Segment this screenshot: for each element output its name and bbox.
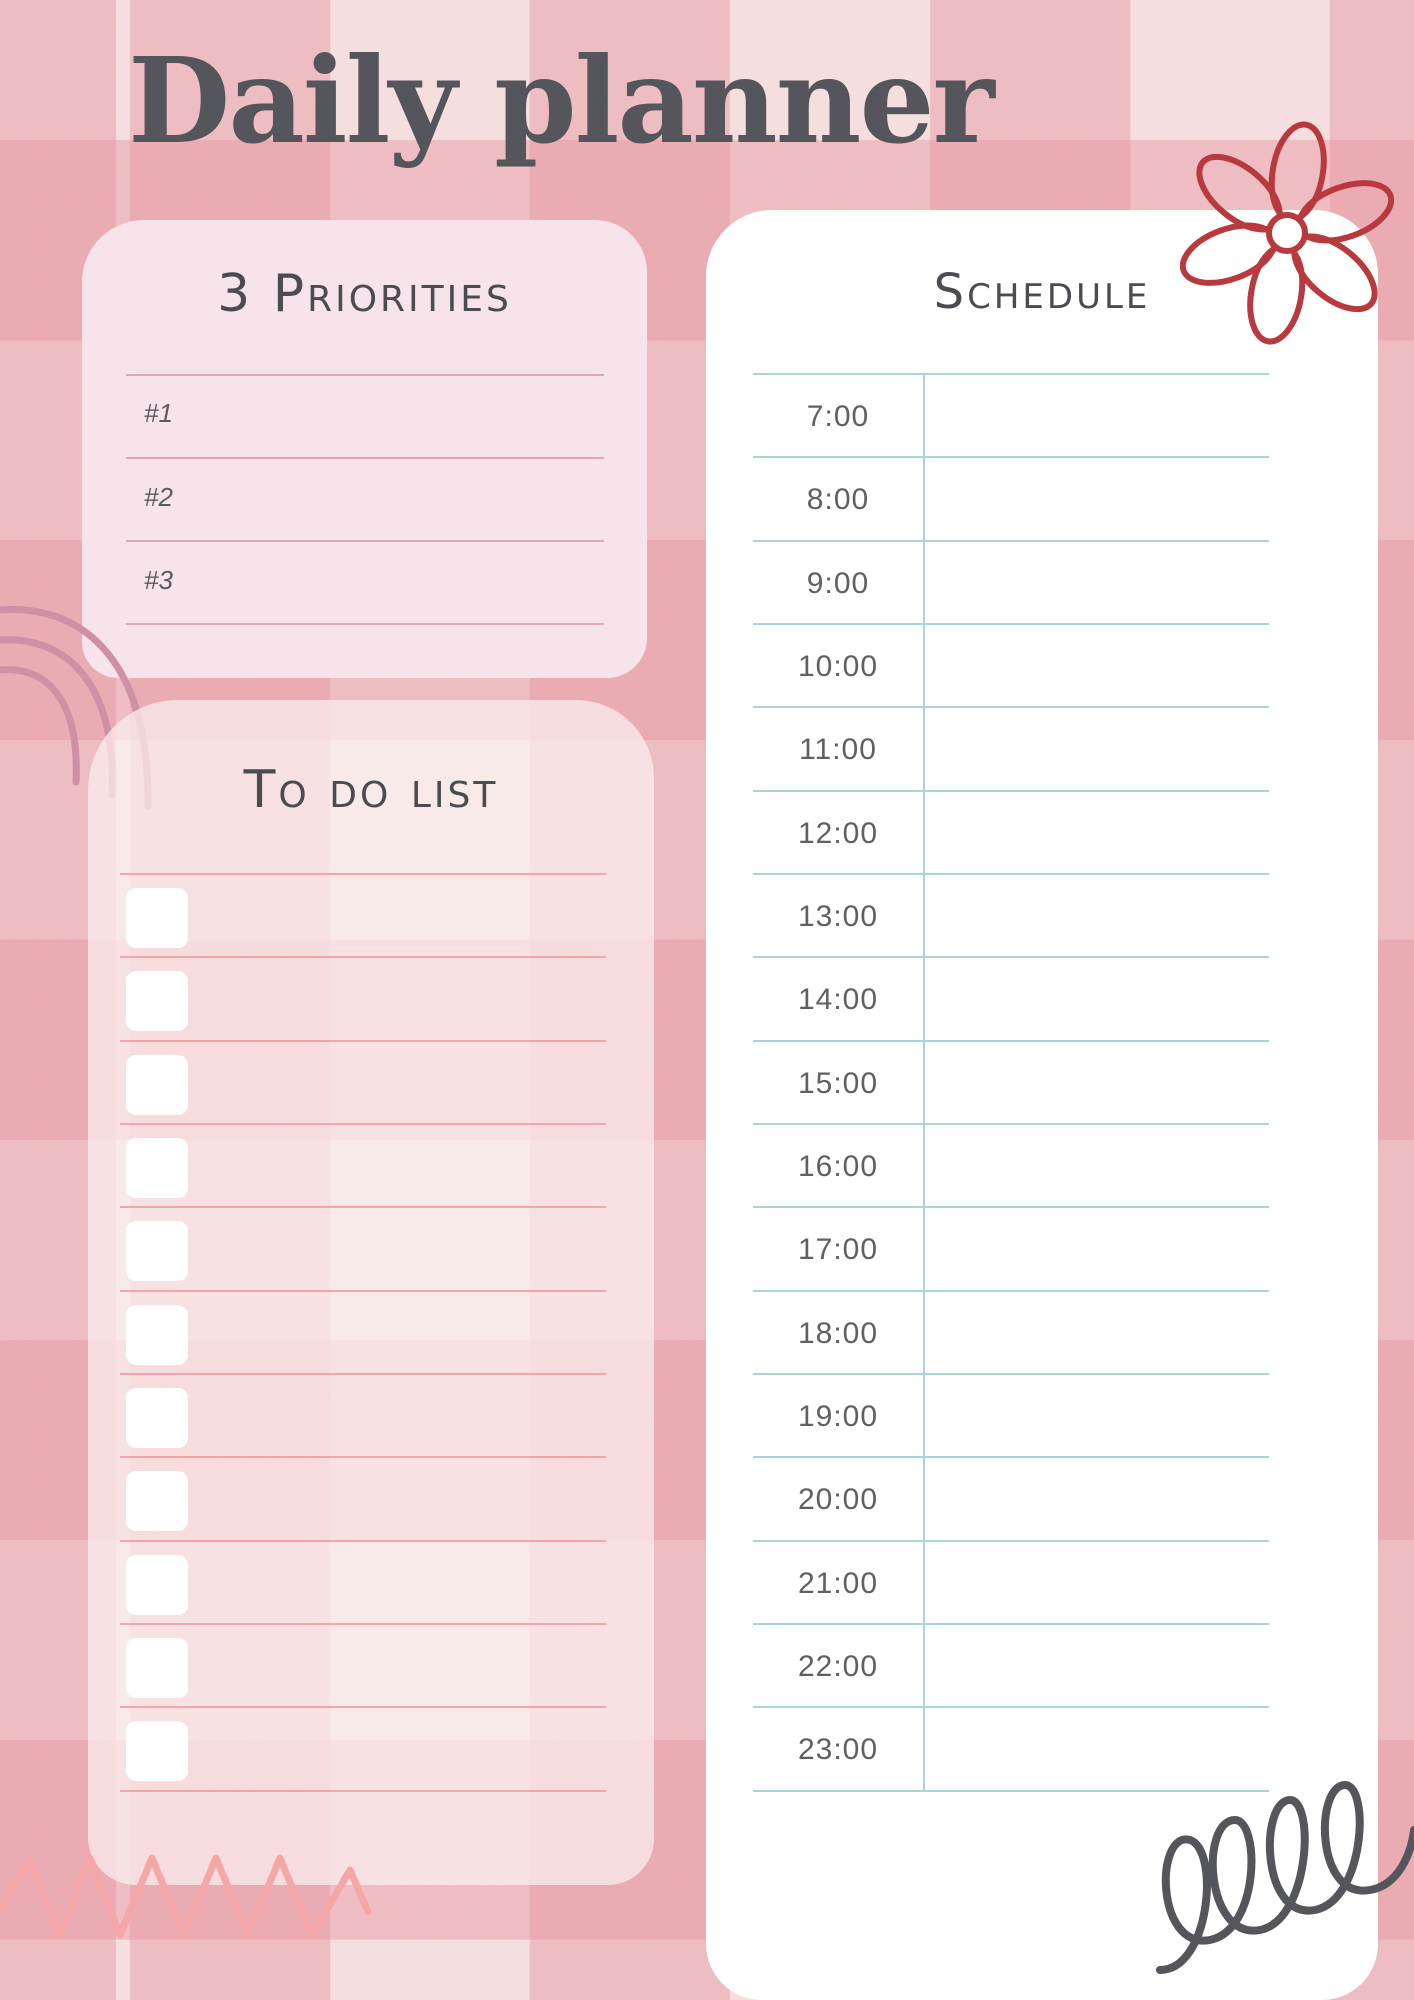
schedule-time: 9:00 <box>806 567 870 600</box>
schedule-time: 16:00 <box>797 1150 879 1183</box>
todo-checkbox-6[interactable] <box>126 1305 188 1365</box>
schedule-time: 12:00 <box>797 817 879 850</box>
todo-line <box>120 1206 606 1208</box>
schedule-time: 20:00 <box>797 1483 879 1516</box>
todo-checkbox-4[interactable] <box>126 1138 188 1198</box>
schedule-time: 18:00 <box>797 1317 879 1350</box>
todo-line <box>120 956 606 958</box>
page-title: Daily planner <box>128 31 995 170</box>
schedule-time: 19:00 <box>797 1400 879 1433</box>
todo-line <box>120 1706 606 1708</box>
zigzag-icon <box>0 1854 372 1939</box>
todo-line <box>120 1790 606 1792</box>
todo-line <box>120 1373 606 1375</box>
priority-label-3: #3 <box>144 565 173 595</box>
schedule-time: 21:00 <box>797 1567 879 1600</box>
schedule-time: 22:00 <box>797 1650 879 1683</box>
todo-checkbox-5[interactable] <box>126 1221 188 1281</box>
priority-line <box>126 457 604 459</box>
schedule-time: 13:00 <box>797 900 879 933</box>
todo-line <box>120 1456 606 1458</box>
todo-checkbox-8[interactable] <box>126 1471 188 1531</box>
todo-card: To do list <box>88 700 654 1885</box>
todo-title: To do list <box>243 760 499 820</box>
schedule-time: 23:00 <box>797 1733 879 1766</box>
priority-line <box>126 540 604 542</box>
todo-line <box>120 1040 606 1042</box>
schedule-time: 10:00 <box>797 650 879 683</box>
priority-line <box>126 623 604 625</box>
todo-line <box>120 1540 606 1542</box>
schedule-time: 8:00 <box>806 483 870 516</box>
schedule-divider <box>923 373 925 1790</box>
todo-checkbox-3[interactable] <box>126 1055 188 1115</box>
todo-checkbox-7[interactable] <box>126 1388 188 1448</box>
todo-checkbox-11[interactable] <box>126 1721 188 1781</box>
schedule-card: Schedule 7:00 8:00 9:00 10:00 11:00 12:0… <box>706 210 1378 2000</box>
schedule-time: 17:00 <box>797 1233 879 1266</box>
todo-line <box>120 873 606 875</box>
todo-checkbox-9[interactable] <box>126 1555 188 1615</box>
todo-line <box>120 1123 606 1125</box>
todo-line <box>120 1290 606 1292</box>
todo-checkbox-1[interactable] <box>126 888 188 948</box>
schedule-time: 14:00 <box>797 983 879 1016</box>
schedule-time: 7:00 <box>806 400 870 433</box>
priority-line <box>126 374 604 376</box>
priorities-title: 3 Priorities <box>217 264 512 324</box>
flower-icon <box>1180 121 1394 345</box>
todo-checkbox-10[interactable] <box>126 1638 188 1698</box>
schedule-time: 11:00 <box>799 733 877 766</box>
todo-checkbox-2[interactable] <box>126 971 188 1031</box>
todo-line <box>120 1623 606 1625</box>
priorities-card: 3 Priorities #1 #2 #3 <box>82 220 647 678</box>
priority-label-1: #1 <box>144 398 173 428</box>
priority-label-2: #2 <box>144 482 173 512</box>
spiral-icon <box>1156 1781 1414 1974</box>
schedule-time: 15:00 <box>797 1067 879 1100</box>
